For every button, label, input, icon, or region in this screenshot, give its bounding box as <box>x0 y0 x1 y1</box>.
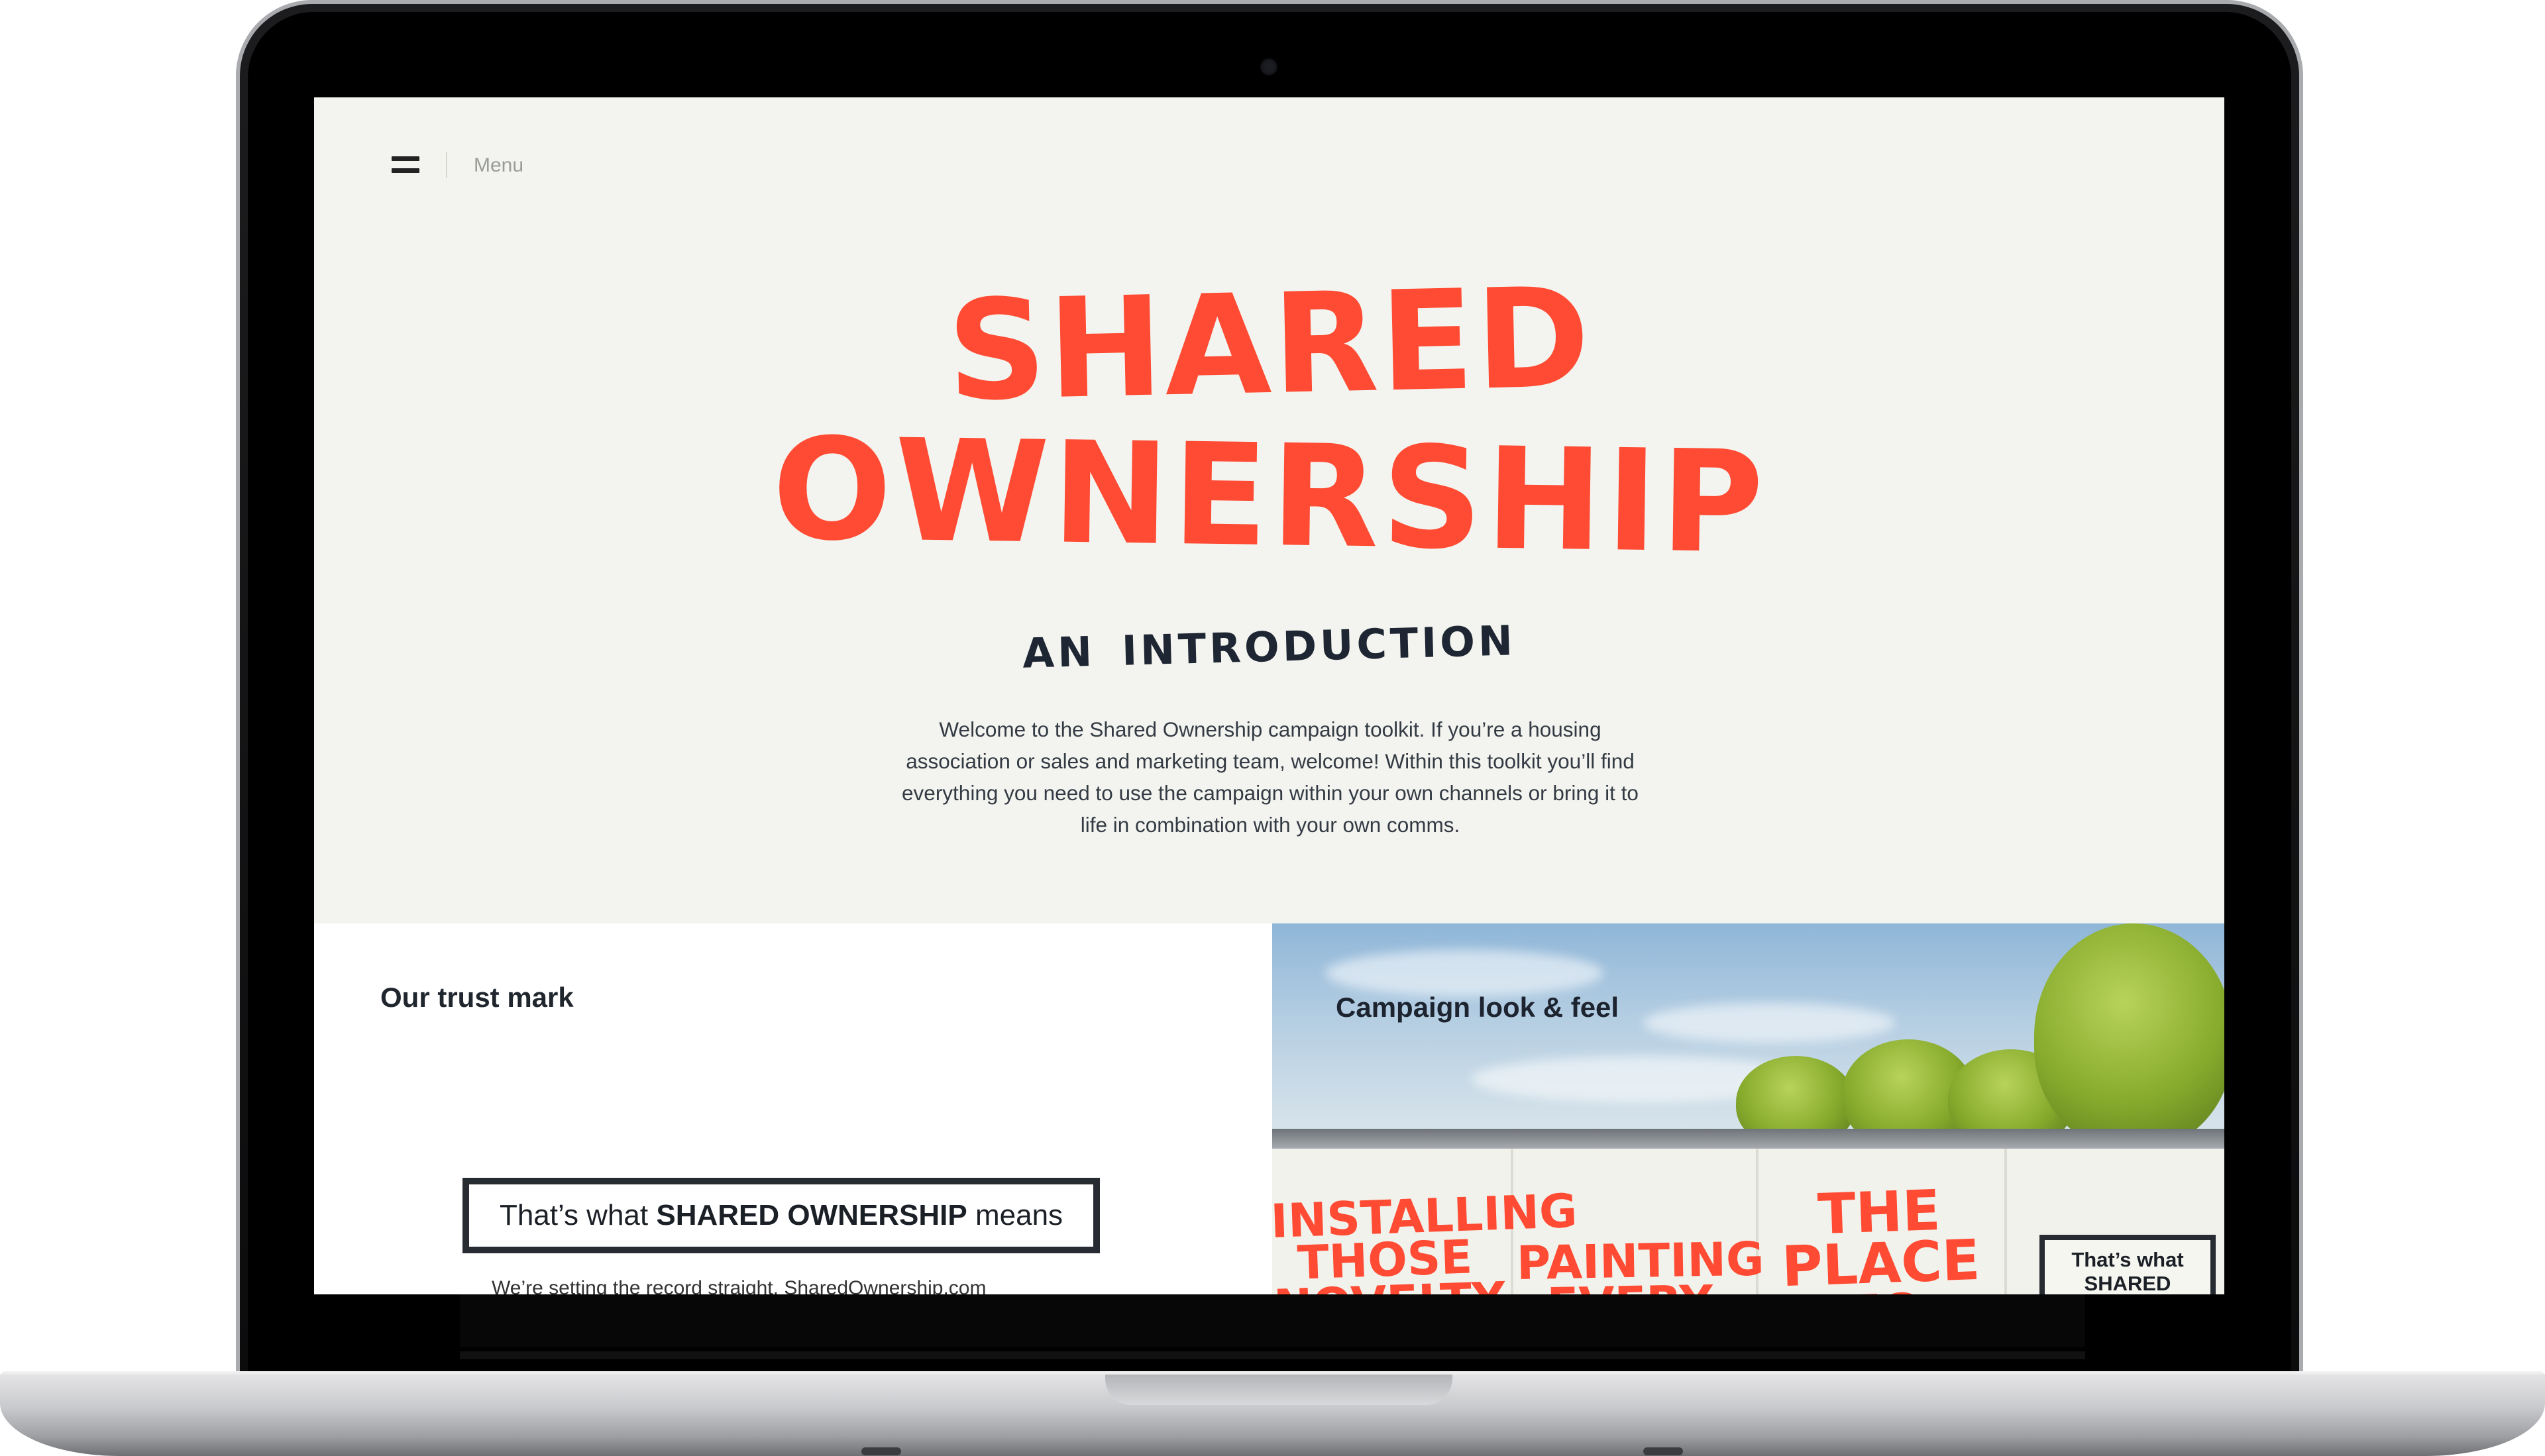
menu-divider <box>446 152 447 178</box>
trust-mark-heading: Our trust mark <box>380 982 574 1013</box>
laptop-foot-right <box>1643 1447 1683 1455</box>
campaign-poster-1: INSTALLING THOSE NOVELTY <box>1272 1183 1578 1294</box>
campaign-poster-2: PAINTING EVERY WALL <box>1516 1231 1765 1294</box>
trust-mark-caption: We’re setting the record straight. Share… <box>492 1277 987 1294</box>
hero-title: SHARED OWNERSHIP <box>314 258 2224 585</box>
badge-text-prefix: That’s what <box>499 1199 649 1231</box>
hero-subtitle: AN INTRODUCTION <box>314 598 2224 696</box>
intro-paragraph: Welcome to the Shared Ownership campaign… <box>902 717 1639 837</box>
campaign-mini-badge: That’s what SHARED <box>2039 1235 2216 1294</box>
laptop-foot-left <box>861 1447 901 1455</box>
hamburger-menu-icon[interactable] <box>392 156 419 174</box>
menu-label[interactable]: Menu <box>474 154 523 177</box>
camera-icon <box>1260 58 1277 76</box>
building-roof <box>1272 1129 2224 1149</box>
wall-post <box>2004 1149 2007 1294</box>
website-screen: Menu SHARED OWNERSHIP AN INTRODUCTION Wel… <box>314 97 2224 1294</box>
trust-mark-badge: That’s what SHARED OWNERSHIP means <box>462 1178 1100 1253</box>
trust-mark-card[interactable]: Our trust mark That’s what SHARED OWNERS… <box>314 923 1272 1294</box>
campaign-look-heading: Campaign look & feel <box>1336 992 1619 1023</box>
campaign-look-card[interactable]: Campaign look & feel INSTALLING THOSE NO… <box>1272 923 2224 1294</box>
subtitle-word-2: INTRODUCTION <box>1121 616 1517 675</box>
hero-title-line-1: SHARED <box>946 258 1593 433</box>
subtitle-word-1: AN <box>1022 627 1096 678</box>
tree-image <box>2034 923 2224 1149</box>
campaign-poster-3: THE PLACE TO YOURSELF <box>1780 1177 1981 1294</box>
hero-title-line-2: OWNERSHIP <box>771 407 1768 585</box>
laptop-hinge <box>460 1351 2085 1359</box>
laptop-notch <box>1105 1375 1452 1405</box>
badge-text-strong: SHARED OWNERSHIP <box>656 1199 967 1231</box>
badge-text-suffix: means <box>975 1199 1063 1231</box>
laptop-bottom-bezel <box>460 1294 2085 1347</box>
